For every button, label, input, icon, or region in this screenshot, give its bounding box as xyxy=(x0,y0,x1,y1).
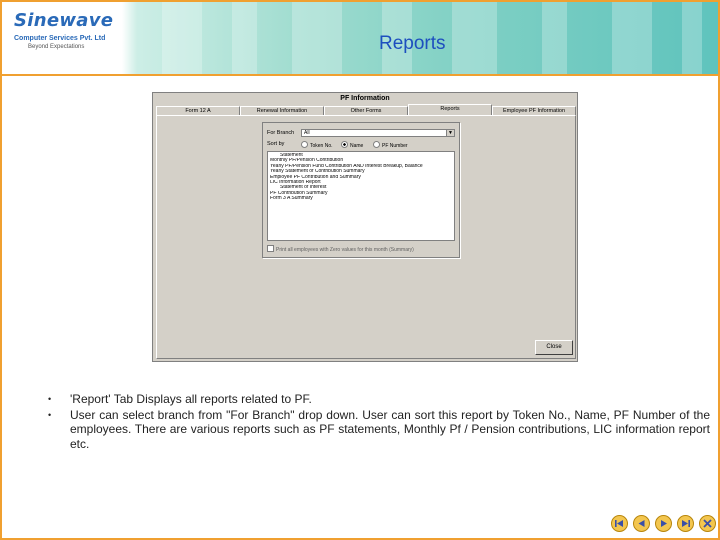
bullet-text: 'Report' Tab Displays all reports relate… xyxy=(70,392,312,406)
report-options-group: For Branch All ▼ Sort by Token No. Name … xyxy=(262,122,460,258)
list-item: • 'Report' Tab Displays all reports rela… xyxy=(48,392,710,407)
logo-tagline: Beyond Expectations xyxy=(28,44,85,50)
window-title: PF Information xyxy=(340,95,390,102)
company-logo: Sinewave Computer Services Pvt. Ltd Beyo… xyxy=(14,12,124,56)
chevron-down-icon[interactable]: ▼ xyxy=(446,130,454,136)
next-slide-icon[interactable] xyxy=(677,515,694,532)
play-icon[interactable] xyxy=(655,515,672,532)
sort-name-radio[interactable]: Name xyxy=(341,141,363,150)
sort-token-label: Token No. xyxy=(310,143,333,149)
header-banner: Sinewave Computer Services Pvt. Ltd Beyo… xyxy=(2,2,718,76)
bullet-dot: • xyxy=(48,409,52,420)
close-icon[interactable] xyxy=(699,515,716,532)
first-slide-icon[interactable] xyxy=(611,515,628,532)
sort-name-label: Name xyxy=(350,143,364,149)
pf-information-window: PF Information Form 12 A Renewal Informa… xyxy=(152,92,578,362)
list-item[interactable]: Form 3 A Summary xyxy=(270,196,452,201)
sort-pf-number-radio[interactable]: PF Number xyxy=(373,141,408,150)
bullet-dot: • xyxy=(48,394,52,404)
zero-values-label: Print all employees with Zero values for… xyxy=(276,247,414,253)
list-item: • User can select branch from "For Branc… xyxy=(48,408,710,452)
close-button[interactable]: Close xyxy=(535,340,573,355)
reports-panel: For Branch All ▼ Sort by Token No. Name … xyxy=(156,115,576,359)
page-title: Reports xyxy=(379,33,446,54)
sort-pf-number-label: PF Number xyxy=(382,143,408,149)
logo-name: Sinewave xyxy=(14,10,114,31)
report-list[interactable]: Statement Monthly PF/Pension Contributio… xyxy=(267,151,455,241)
logo-subtitle: Computer Services Pvt. Ltd xyxy=(14,35,106,42)
sort-token-radio[interactable]: Token No. xyxy=(301,141,333,150)
branch-label: For Branch xyxy=(267,130,295,136)
zero-values-checkbox[interactable]: Print all employees with Zero values for… xyxy=(267,245,414,254)
bullet-list: • 'Report' Tab Displays all reports rela… xyxy=(48,392,710,452)
sort-label: Sort by xyxy=(267,141,285,147)
branch-value: All xyxy=(304,130,310,136)
bullet-text: User can select branch from "For Branch"… xyxy=(70,407,710,451)
branch-dropdown[interactable]: All ▼ xyxy=(301,129,455,137)
previous-slide-icon[interactable] xyxy=(633,515,650,532)
